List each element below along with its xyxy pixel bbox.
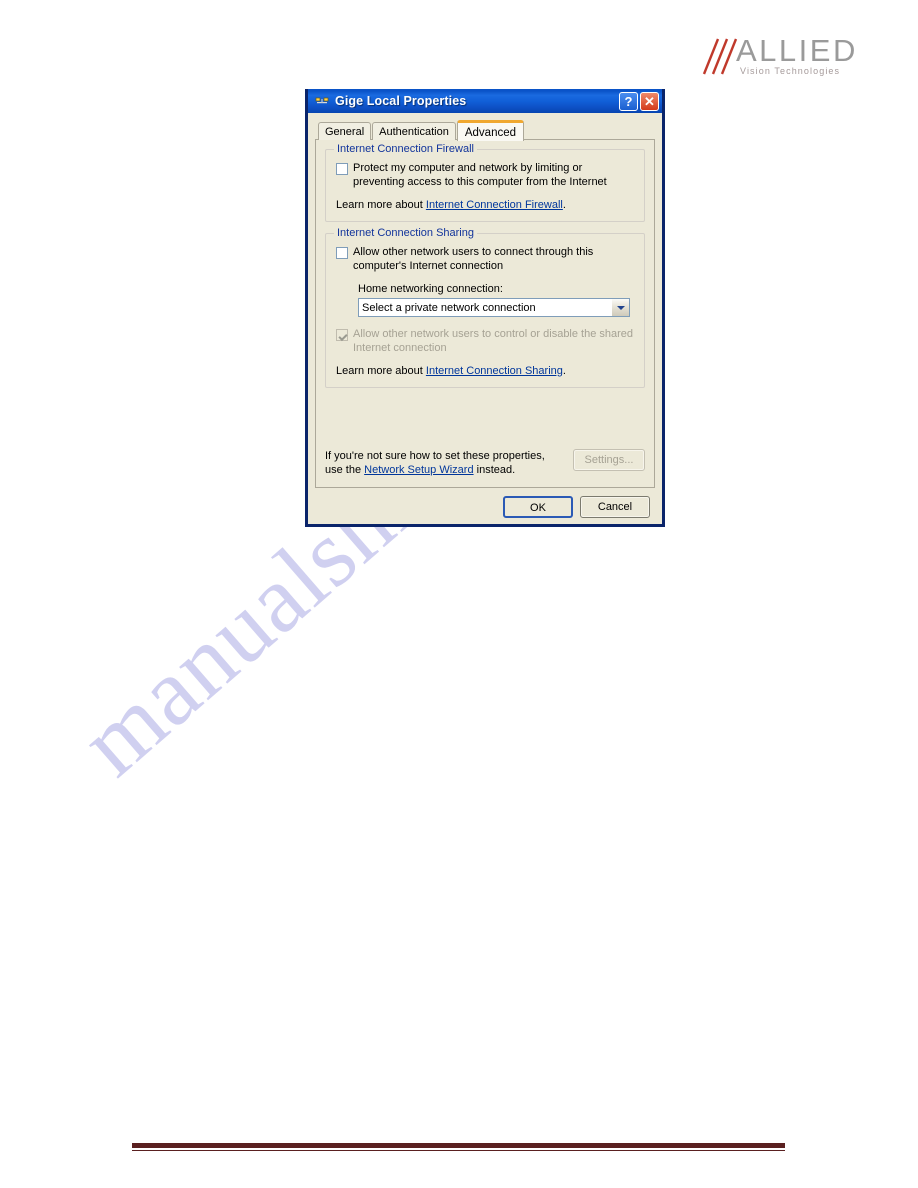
gige-local-properties-dialog: Gige Local Properties ? ✕ General Authen…	[305, 89, 665, 527]
help-button[interactable]: ?	[619, 91, 638, 111]
sharing-allow-connect-checkbox[interactable]	[336, 247, 348, 259]
sharing-learn-suffix: .	[562, 365, 566, 377]
tab-authentication[interactable]: Authentication	[372, 122, 456, 140]
sharing-allow-control-checkbox	[336, 329, 348, 341]
sharing-allow-control-row: Allow other network users to control or …	[336, 328, 634, 355]
cancel-button[interactable]: Cancel	[580, 496, 650, 518]
firewall-group-title: Internet Connection Firewall	[334, 143, 477, 155]
tab-advanced[interactable]: Advanced	[456, 120, 525, 141]
window-buttons: ? ✕	[619, 91, 659, 111]
footer-rule-thin	[132, 1150, 785, 1151]
sharing-learn-link[interactable]: Internet Connection Sharing	[426, 365, 563, 377]
dialog-titlebar[interactable]: Gige Local Properties ? ✕	[308, 89, 662, 113]
sharing-allow-control-label: Allow other network users to control or …	[353, 328, 634, 354]
network-connection-icon	[315, 97, 329, 104]
home-networking-connection-select[interactable]: Select a private network connection	[358, 298, 630, 317]
logo-wordmark: ALLIED	[736, 33, 858, 68]
sharing-allow-connect-label: Allow other network users to connect thr…	[353, 246, 594, 272]
dialog-footer-buttons: OK Cancel	[315, 488, 655, 518]
advanced-tab-page: Internet Connection Firewall Protect my …	[315, 139, 655, 488]
sharing-learn-prefix: Learn more about	[336, 365, 426, 377]
firewall-learn-more: Learn more about Internet Connection Fir…	[336, 198, 634, 212]
ok-button[interactable]: OK	[503, 496, 573, 518]
hint-suffix: instead.	[473, 464, 516, 476]
sharing-group-title: Internet Connection Sharing	[334, 227, 477, 239]
internet-connection-firewall-group: Internet Connection Firewall Protect my …	[325, 143, 645, 222]
dialog-body: General Authentication Advanced Internet…	[308, 113, 662, 524]
network-setup-wizard-link[interactable]: Network Setup Wizard	[364, 464, 473, 476]
settings-button: Settings...	[573, 449, 645, 471]
home-networking-connection-label: Home networking connection:	[358, 283, 503, 295]
firewall-learn-prefix: Learn more about	[336, 199, 426, 211]
logo-slashes-icon	[702, 38, 738, 75]
close-button[interactable]: ✕	[640, 91, 659, 111]
firewall-protect-label: Protect my computer and network by limit…	[353, 162, 607, 188]
tab-general[interactable]: General	[318, 122, 372, 140]
sharing-allow-connect-row[interactable]: Allow other network users to connect thr…	[336, 246, 634, 273]
chevron-down-icon[interactable]	[611, 299, 629, 316]
internet-connection-sharing-group: Internet Connection Sharing Allow other …	[325, 227, 645, 388]
firewall-learn-suffix: .	[562, 199, 566, 211]
sharing-learn-more: Learn more about Internet Connection Sha…	[336, 364, 634, 378]
setup-wizard-hint: If you're not sure how to set these prop…	[325, 449, 560, 477]
hint-area: If you're not sure how to set these prop…	[325, 449, 645, 477]
dialog-title: Gige Local Properties	[335, 94, 467, 108]
footer-rule-thick	[132, 1143, 785, 1148]
firewall-learn-link[interactable]: Internet Connection Firewall	[426, 199, 563, 211]
firewall-protect-checkbox[interactable]	[336, 163, 348, 175]
allied-vision-logo: ALLIED Vision Technologies	[692, 34, 855, 78]
combo-selected-value: Select a private network connection	[362, 301, 536, 314]
firewall-protect-row[interactable]: Protect my computer and network by limit…	[336, 162, 634, 189]
logo-subtitle: Vision Technologies	[740, 66, 841, 76]
tab-strip: General Authentication Advanced	[315, 119, 655, 141]
